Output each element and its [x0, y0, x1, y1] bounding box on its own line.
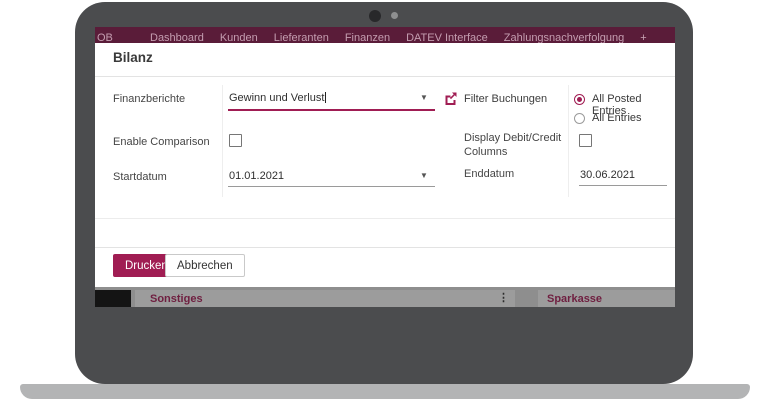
- screen: OB Dashboard Kunden Lieferanten Finanzen…: [95, 27, 675, 307]
- kanban-column-sparkasse: Sparkasse: [538, 290, 675, 307]
- laptop-base: [20, 384, 750, 399]
- external-link-icon[interactable]: [444, 91, 458, 105]
- chevron-down-icon[interactable]: ▼: [420, 93, 428, 102]
- filter-buchungen-label: Filter Buchungen: [464, 93, 547, 105]
- dimmed-background: Sonstiges ⋮ Sparkasse: [95, 287, 675, 307]
- enddatum-label: Enddatum: [464, 168, 514, 180]
- page: OB Dashboard Kunden Lieferanten Finanzen…: [0, 0, 770, 402]
- finanzberichte-select[interactable]: Gewinn und Verlust: [229, 92, 326, 104]
- text-cursor: [325, 92, 326, 103]
- kanban-header-sparkasse[interactable]: Sparkasse: [547, 293, 602, 305]
- kebab-menu-icon[interactable]: ⋮: [498, 291, 509, 304]
- finanzberichte-label: Finanzberichte: [113, 93, 185, 105]
- nav-item-finanzen[interactable]: Finanzen: [345, 32, 390, 43]
- enable-comparison-checkbox[interactable]: [229, 134, 242, 147]
- bilanz-dialog: Bilanz Finanzberichte Gewinn und Verlust…: [95, 43, 675, 287]
- dimmed-sidebar-block: [95, 290, 131, 307]
- footer-divider: [95, 247, 675, 248]
- dialog-title: Bilanz: [113, 50, 153, 65]
- radio-all-posted-entries[interactable]: [574, 94, 585, 105]
- camera-dot-icon: [369, 10, 381, 22]
- nav-item-lieferanten[interactable]: Lieferanten: [274, 32, 329, 43]
- kanban-header-sonstiges[interactable]: Sonstiges: [150, 293, 203, 305]
- form-cell-border-left: [222, 85, 223, 197]
- nav-item-kunden[interactable]: Kunden: [220, 32, 258, 43]
- finanzberichte-underline: [228, 109, 435, 111]
- navbar-brand: OB: [97, 32, 113, 43]
- nav-item-datev-interface[interactable]: DATEV Interface: [406, 32, 488, 43]
- nav-plus-icon[interactable]: +: [640, 32, 646, 43]
- abbrechen-button[interactable]: Abbrechen: [165, 254, 245, 277]
- display-debit-credit-checkbox[interactable]: [579, 134, 592, 147]
- laptop-frame: OB Dashboard Kunden Lieferanten Finanzen…: [75, 2, 693, 384]
- form-bottom-divider: [95, 218, 675, 219]
- startdatum-input[interactable]: 01.01.2021: [229, 170, 284, 182]
- radio-all-entries-label[interactable]: All Entries: [592, 112, 642, 124]
- nav-item-dashboard[interactable]: Dashboard: [150, 32, 204, 43]
- nav-item-zahlungsnachverfolgung[interactable]: Zahlungsnachverfolgung: [504, 32, 624, 43]
- enable-comparison-label: Enable Comparison: [113, 136, 210, 148]
- navbar-menu: Dashboard Kunden Lieferanten Finanzen DA…: [150, 32, 647, 43]
- form-cell-border-right: [568, 85, 569, 197]
- startdatum-label: Startdatum: [113, 171, 167, 183]
- enddatum-input[interactable]: 30.06.2021: [580, 169, 635, 181]
- camera-led-icon: [391, 12, 398, 19]
- top-navbar: OB Dashboard Kunden Lieferanten Finanzen…: [95, 27, 675, 43]
- enddatum-underline: [579, 185, 667, 186]
- startdatum-underline: [228, 186, 435, 187]
- display-debit-credit-label: Display Debit/Credit Columns: [464, 131, 566, 159]
- title-divider: [95, 76, 675, 77]
- chevron-down-icon[interactable]: ▼: [420, 171, 428, 180]
- radio-all-entries[interactable]: [574, 113, 585, 124]
- kanban-column-sonstiges: Sonstiges ⋮: [135, 290, 515, 307]
